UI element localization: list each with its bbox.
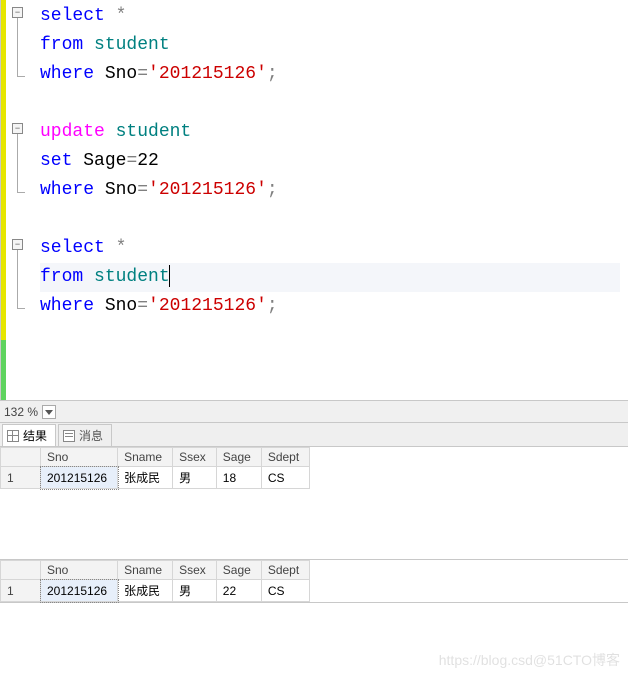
text-cursor [169, 265, 170, 287]
semicolon: ; [267, 64, 278, 84]
semicolon: ; [267, 180, 278, 200]
header-corner [1, 448, 41, 467]
tab-results[interactable]: 结果 [2, 424, 56, 446]
row-number[interactable]: 1 [1, 467, 41, 489]
column-header[interactable]: Sdept [261, 448, 309, 467]
column-header[interactable]: Sno [41, 448, 118, 467]
results-tabs: 结果 消息 [0, 422, 628, 446]
tab-label: 消息 [79, 427, 103, 444]
operator: = [137, 64, 148, 84]
message-icon [63, 430, 75, 442]
cell[interactable]: 201215126 [41, 467, 118, 489]
fold-toggle-icon[interactable]: − [12, 239, 23, 250]
tab-messages[interactable]: 消息 [58, 424, 112, 446]
identifier: Sage [83, 151, 126, 171]
operator: = [137, 180, 148, 200]
column-header[interactable]: Sname [118, 448, 173, 467]
cell[interactable]: 男 [173, 467, 217, 489]
row-number[interactable]: 1 [1, 580, 41, 602]
grid-icon [7, 430, 19, 442]
identifier: Sno [105, 296, 137, 316]
column-header[interactable]: Sage [216, 448, 261, 467]
keyword: where [40, 296, 94, 316]
operator: * [116, 238, 127, 258]
keyword: select [40, 6, 105, 26]
column-header[interactable]: Sname [118, 561, 173, 580]
cell[interactable]: 22 [216, 580, 261, 602]
operator: * [116, 6, 127, 26]
tab-label: 结果 [23, 427, 47, 444]
column-header[interactable]: Sage [216, 561, 261, 580]
result-grid-2[interactable]: Sno Sname Ssex Sage Sdept 1 201215126 张成… [0, 560, 628, 603]
watermark: https://blog.csd@51CTO博客 [439, 650, 620, 670]
number: 22 [137, 151, 159, 171]
results-area: Sno Sname Ssex Sage Sdept 1 201215126 张成… [0, 446, 628, 603]
keyword: update [40, 122, 105, 142]
zoom-dropdown[interactable] [42, 405, 56, 419]
sql-editor[interactable]: − − − select * from student where Sno='2… [0, 0, 628, 400]
code-pane[interactable]: select * from student where Sno='2012151… [32, 0, 628, 400]
identifier: student [94, 267, 170, 287]
keyword: set [40, 151, 72, 171]
cell[interactable]: 张成民 [118, 467, 173, 489]
column-header[interactable]: Ssex [173, 561, 217, 580]
operator: = [137, 296, 148, 316]
string: '201215126' [148, 180, 267, 200]
semicolon: ; [267, 296, 278, 316]
keyword: where [40, 64, 94, 84]
column-header[interactable]: Sno [41, 561, 118, 580]
keyword: select [40, 238, 105, 258]
result-grid-1[interactable]: Sno Sname Ssex Sage Sdept 1 201215126 张成… [0, 447, 628, 560]
string: '201215126' [148, 296, 267, 316]
fold-gutter[interactable]: − − − [6, 0, 32, 400]
identifier: student [94, 35, 170, 55]
cell[interactable]: CS [261, 580, 309, 602]
identifier: student [116, 122, 192, 142]
identifier: Sno [105, 180, 137, 200]
table-row[interactable]: 1 201215126 张成民 男 18 CS [1, 467, 310, 489]
string: '201215126' [148, 64, 267, 84]
operator: = [126, 151, 137, 171]
cell[interactable]: CS [261, 467, 309, 489]
fold-toggle-icon[interactable]: − [12, 7, 23, 18]
identifier: Sno [105, 64, 137, 84]
header-corner [1, 561, 41, 580]
keyword: from [40, 35, 83, 55]
table-header-row: Sno Sname Ssex Sage Sdept [1, 448, 310, 467]
zoom-level: 132 % [4, 405, 38, 419]
table-header-row: Sno Sname Ssex Sage Sdept [1, 561, 310, 580]
fold-toggle-icon[interactable]: − [12, 123, 23, 134]
keyword: from [40, 267, 83, 287]
cell[interactable]: 男 [173, 580, 217, 602]
column-header[interactable]: Sdept [261, 561, 309, 580]
cell[interactable]: 18 [216, 467, 261, 489]
table-row[interactable]: 1 201215126 张成民 男 22 CS [1, 580, 310, 602]
keyword: where [40, 180, 94, 200]
cell[interactable]: 201215126 [41, 580, 118, 602]
zoom-bar: 132 % [0, 400, 628, 422]
column-header[interactable]: Ssex [173, 448, 217, 467]
cell[interactable]: 张成民 [118, 580, 173, 602]
